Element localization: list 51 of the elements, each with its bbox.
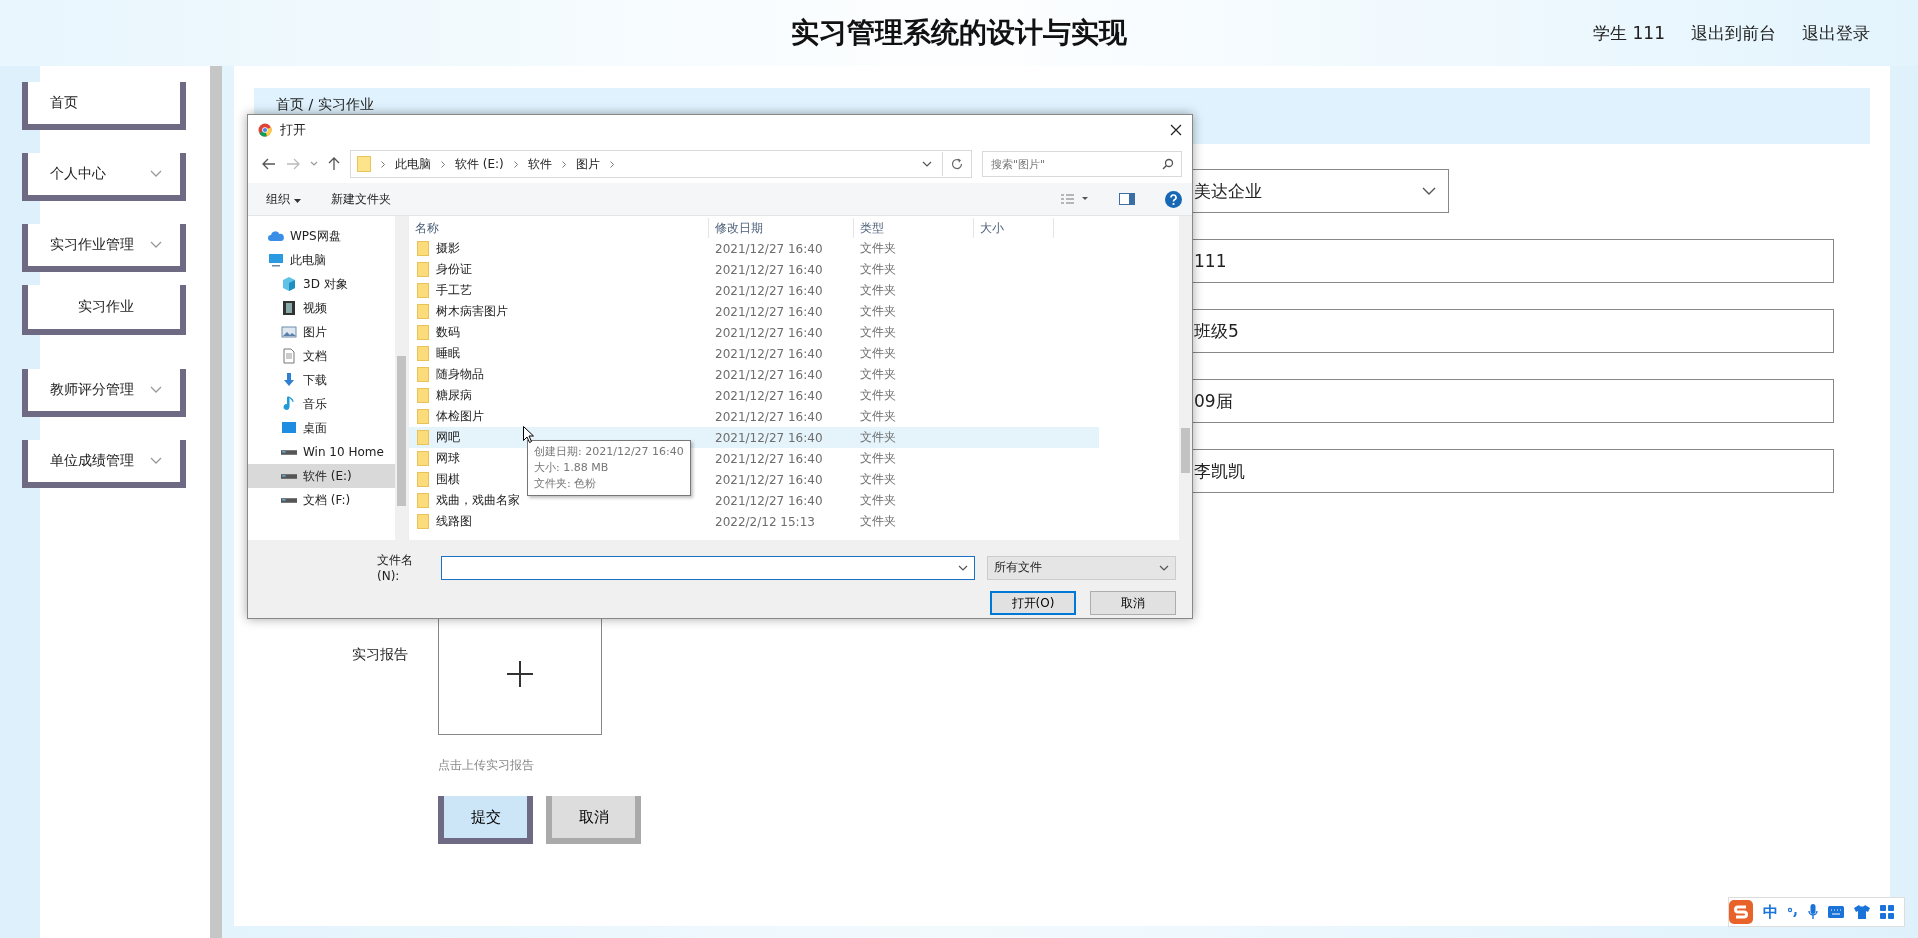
dialog-title: 打开 xyxy=(280,121,306,139)
file-name: 线路图 xyxy=(436,513,472,530)
file-type: 文件夹 xyxy=(859,366,897,383)
file-name: 体检图片 xyxy=(436,408,484,425)
file-type: 文件夹 xyxy=(859,513,897,530)
file-date: 2021/12/27 16:40 xyxy=(714,261,824,279)
file-date: 2021/12/27 16:40 xyxy=(714,492,824,510)
file-name: 手工艺 xyxy=(436,282,472,299)
breadcrumb: 首页 / 实习作业 xyxy=(276,96,374,114)
file-type: 文件夹 xyxy=(859,282,897,299)
file-date: 2021/12/27 16:40 xyxy=(714,450,824,468)
file-date: 2021/12/27 16:40 xyxy=(714,345,824,363)
file-date: 2021/12/27 16:40 xyxy=(714,282,824,300)
file-type: 文件夹 xyxy=(859,471,897,488)
tooltip-line: 大小: 1.88 MB xyxy=(534,460,610,476)
file-date: 2021/12/27 16:40 xyxy=(714,324,824,342)
file-name: 睡眠 xyxy=(436,345,460,362)
file-name: 戏曲，戏曲名家 xyxy=(436,492,520,509)
file-name: 树木病害图片 xyxy=(436,303,508,320)
file-date: 2021/12/27 16:40 xyxy=(714,387,824,405)
file-name: 围棋 xyxy=(436,471,460,488)
file-date: 2021/12/27 16:40 xyxy=(714,240,824,258)
file-name: 数码 xyxy=(436,324,460,341)
file-date: 2021/12/27 16:40 xyxy=(709,427,854,448)
upload-hint: 点击上传实习报告 xyxy=(438,757,535,774)
file-date: 2021/12/27 16:40 xyxy=(714,408,824,426)
file-type: 文件夹 xyxy=(859,492,897,509)
file-type: 文件夹 xyxy=(859,303,897,320)
file-name: 摄影 xyxy=(436,240,460,257)
file-date: 2021/12/27 16:40 xyxy=(714,366,824,384)
file-type: 文件夹 xyxy=(859,240,897,257)
file-name: 随身物品 xyxy=(436,366,484,383)
file-name: 网吧 xyxy=(436,429,460,446)
file-type: 文件夹 xyxy=(859,345,897,362)
site-title: 实习管理系统的设计与实现 xyxy=(791,15,1127,51)
file-name: 网球 xyxy=(436,450,460,467)
tooltip-line: 文件夹: 色粉 xyxy=(534,476,598,492)
file-date: 2021/12/27 16:40 xyxy=(714,471,824,489)
filename-label: 文件名(N): xyxy=(377,552,414,583)
file-type: 文件夹 xyxy=(859,408,897,425)
file-date: 2022/2/12 15:13 xyxy=(714,513,816,531)
file-type: 文件夹 xyxy=(854,427,1099,448)
file-type: 文件夹 xyxy=(859,261,897,278)
upload-label: 实习报告 xyxy=(352,646,409,664)
file-date: 2021/12/27 16:40 xyxy=(714,303,824,321)
file-type: 文件夹 xyxy=(859,324,897,341)
file-type: 文件夹 xyxy=(859,450,897,467)
file-name: 身份证 xyxy=(436,261,472,278)
file-type: 文件夹 xyxy=(859,387,897,404)
user-label: 学生 111 xyxy=(1593,22,1665,45)
file-name: 糖尿病 xyxy=(436,387,472,404)
